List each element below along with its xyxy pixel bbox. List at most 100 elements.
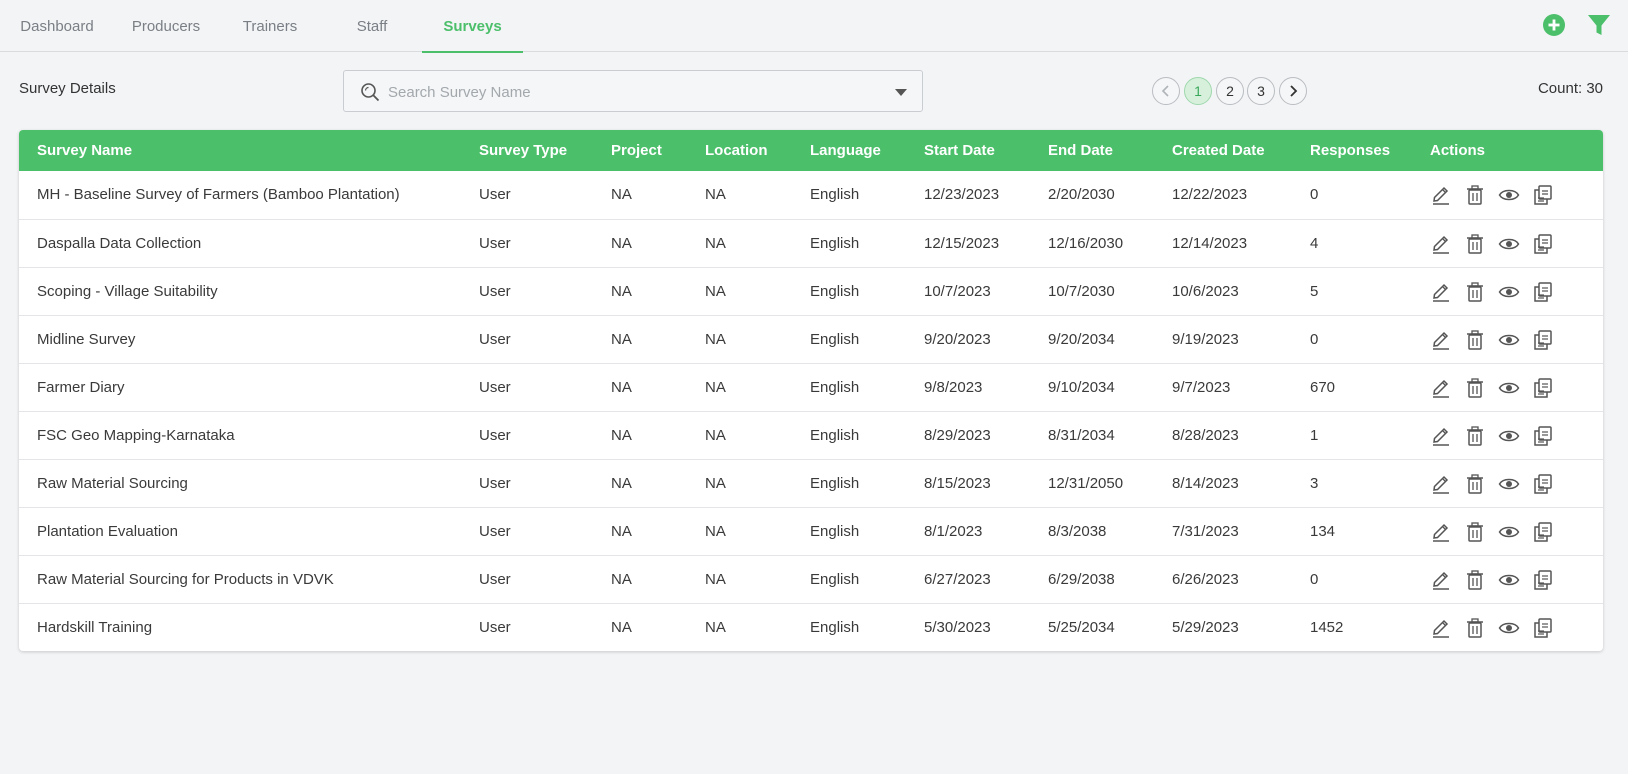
edit-icon[interactable] (1430, 521, 1452, 543)
table-row: Raw Material Sourcing User NA NA English 8/15… (19, 459, 1603, 507)
search-box[interactable] (343, 70, 923, 112)
edit-icon[interactable] (1430, 329, 1452, 351)
cell-language: English (810, 427, 860, 444)
cell-start-date: 9/8/2023 (924, 379, 983, 396)
cell-survey-name: FSC Geo Mapping-Karnataka (37, 427, 235, 444)
delete-icon[interactable] (1464, 617, 1486, 639)
copy-icon[interactable] (1532, 329, 1554, 351)
view-icon[interactable] (1498, 377, 1520, 399)
tab-dashboard[interactable]: Dashboard (19, 0, 95, 52)
view-icon[interactable] (1498, 281, 1520, 303)
cell-survey-type: User (479, 331, 511, 348)
page-2-button[interactable]: 2 (1216, 77, 1244, 105)
cell-project: NA (611, 427, 632, 444)
table-row: MH - Baseline Survey of Farmers (Bamboo … (19, 171, 1603, 219)
prev-page-button[interactable] (1152, 77, 1180, 105)
copy-icon[interactable] (1532, 521, 1554, 543)
copy-icon[interactable] (1532, 617, 1554, 639)
copy-icon[interactable] (1532, 377, 1554, 399)
view-icon[interactable] (1498, 473, 1520, 495)
delete-icon[interactable] (1464, 281, 1486, 303)
view-icon[interactable] (1498, 329, 1520, 351)
cell-location: NA (705, 475, 726, 492)
delete-icon[interactable] (1464, 425, 1486, 447)
edit-icon[interactable] (1430, 617, 1452, 639)
cell-survey-type: User (479, 186, 511, 203)
page-1-button[interactable]: 1 (1184, 77, 1212, 105)
cell-created-date: 6/26/2023 (1172, 571, 1239, 588)
copy-icon[interactable] (1532, 233, 1554, 255)
view-icon[interactable] (1498, 425, 1520, 447)
cell-language: English (810, 235, 860, 252)
tab-trainers[interactable]: Trainers (241, 0, 299, 52)
edit-icon[interactable] (1430, 184, 1452, 206)
cell-language: English (810, 571, 860, 588)
search-input[interactable] (388, 79, 868, 105)
cell-survey-type: User (479, 427, 511, 444)
delete-icon[interactable] (1464, 329, 1486, 351)
tab-surveys[interactable]: Surveys (422, 0, 523, 53)
page-3-button[interactable]: 3 (1247, 77, 1275, 105)
cell-language: English (810, 523, 860, 540)
table-row: Daspalla Data Collection User NA NA English 1… (19, 219, 1603, 267)
table-header: Survey Name Survey Type Project Location… (19, 130, 1603, 171)
cell-responses: 0 (1310, 571, 1319, 588)
view-icon[interactable] (1498, 233, 1520, 255)
cell-survey-type: User (479, 619, 511, 636)
view-icon[interactable] (1498, 569, 1520, 591)
copy-icon[interactable] (1532, 569, 1554, 591)
cell-responses: 134 (1310, 523, 1336, 540)
cell-start-date: 8/1/2023 (924, 523, 983, 540)
add-circle-icon[interactable] (1542, 13, 1566, 37)
copy-icon[interactable] (1532, 425, 1554, 447)
cell-location: NA (705, 427, 726, 444)
header-location: Location (705, 142, 768, 159)
cell-responses: 1452 (1310, 619, 1344, 636)
next-page-button[interactable] (1279, 77, 1307, 105)
count-label: Count: 30 (1537, 80, 1603, 97)
delete-icon[interactable] (1464, 184, 1486, 206)
view-icon[interactable] (1498, 184, 1520, 206)
delete-icon[interactable] (1464, 233, 1486, 255)
cell-end-date: 8/3/2038 (1048, 523, 1107, 540)
cell-language: English (810, 379, 860, 396)
delete-icon[interactable] (1464, 521, 1486, 543)
delete-icon[interactable] (1464, 569, 1486, 591)
view-icon[interactable] (1498, 617, 1520, 639)
copy-icon[interactable] (1532, 281, 1554, 303)
cell-location: NA (705, 571, 726, 588)
cell-end-date: 8/31/2034 (1048, 427, 1115, 444)
copy-icon[interactable] (1532, 184, 1554, 206)
edit-icon[interactable] (1430, 233, 1452, 255)
cell-end-date: 12/31/2050 (1048, 475, 1124, 492)
tab-producers[interactable]: Producers (130, 0, 202, 52)
view-icon[interactable] (1498, 521, 1520, 543)
cell-project: NA (611, 523, 632, 540)
cell-location: NA (705, 619, 726, 636)
header-start-date: Start Date (924, 142, 995, 159)
delete-icon[interactable] (1464, 473, 1486, 495)
cell-survey-name: Plantation Evaluation (37, 523, 178, 540)
cell-end-date: 2/20/2030 (1048, 186, 1115, 203)
delete-icon[interactable] (1464, 377, 1486, 399)
edit-icon[interactable] (1430, 569, 1452, 591)
copy-icon[interactable] (1532, 473, 1554, 495)
cell-start-date: 5/30/2023 (924, 619, 991, 636)
cell-start-date: 8/29/2023 (924, 427, 991, 444)
cell-project: NA (611, 283, 632, 300)
cell-survey-name: Hardskill Training (37, 619, 153, 636)
edit-icon[interactable] (1430, 281, 1452, 303)
edit-icon[interactable] (1430, 425, 1452, 447)
edit-icon[interactable] (1430, 473, 1452, 495)
tab-staff[interactable]: Staff (355, 0, 389, 52)
cell-created-date: 8/28/2023 (1172, 427, 1239, 444)
table-row: Scoping - Village Suitability User NA NA Eng… (19, 267, 1603, 315)
edit-icon[interactable] (1430, 377, 1452, 399)
cell-survey-name: Scoping - Village Suitability (37, 283, 218, 300)
cell-start-date: 12/23/2023 (924, 186, 1000, 203)
cell-end-date: 12/16/2030 (1048, 235, 1124, 252)
chevron-down-icon[interactable] (895, 89, 907, 96)
filter-icon[interactable] (1587, 13, 1611, 37)
header-actions: Actions (1430, 142, 1486, 159)
cell-project: NA (611, 331, 632, 348)
